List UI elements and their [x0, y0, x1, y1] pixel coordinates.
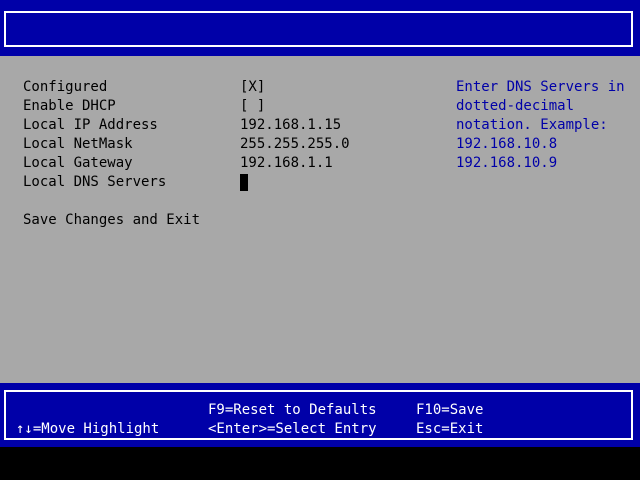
- help-line: 192.168.10.8: [456, 136, 558, 152]
- local-netmask-field[interactable]: 255.255.255.0: [240, 135, 350, 154]
- footer-select-entry: <Enter>=Select Entry: [208, 421, 377, 437]
- local-dns-row[interactable]: Local DNS Servers: [0, 173, 640, 192]
- footer-exit: Esc=Exit: [416, 421, 484, 437]
- local-gateway-field[interactable]: 192.168.1.1: [240, 154, 333, 173]
- header-frame: [4, 11, 633, 47]
- footer-save: F10=Save: [416, 402, 484, 418]
- help-line: notation. Example:: [456, 117, 608, 133]
- help-line: dotted-decimal: [456, 98, 575, 114]
- footer-move-highlight: ↑↓=Move Highlight: [16, 421, 160, 437]
- enable-dhcp-checkbox[interactable]: [ ]: [240, 97, 265, 116]
- save-changes-row[interactable]: Save Changes and Exit: [0, 211, 640, 230]
- enable-dhcp-label: Enable DHCP: [23, 98, 116, 114]
- bios-network-config-screen: Configured [X] Enable DHCP [ ] Local IP …: [0, 0, 640, 480]
- footer-reset-defaults: F9=Reset to Defaults: [208, 402, 377, 418]
- configured-checkbox[interactable]: [X]: [240, 78, 265, 97]
- local-netmask-label: Local NetMask: [23, 136, 133, 152]
- local-ip-label: Local IP Address: [23, 117, 158, 133]
- configured-label: Configured: [23, 79, 108, 95]
- save-changes-and-exit[interactable]: Save Changes and Exit: [23, 211, 200, 230]
- local-ip-field[interactable]: 192.168.1.15: [240, 116, 341, 135]
- help-line: Enter DNS Servers in: [456, 79, 625, 95]
- help-panel: Enter DNS Servers in dotted-decimal nota…: [456, 78, 636, 173]
- local-gateway-label: Local Gateway: [23, 155, 133, 171]
- local-dns-label: Local DNS Servers: [23, 174, 167, 190]
- help-line: 192.168.10.9: [456, 155, 558, 171]
- text-cursor: [240, 174, 248, 191]
